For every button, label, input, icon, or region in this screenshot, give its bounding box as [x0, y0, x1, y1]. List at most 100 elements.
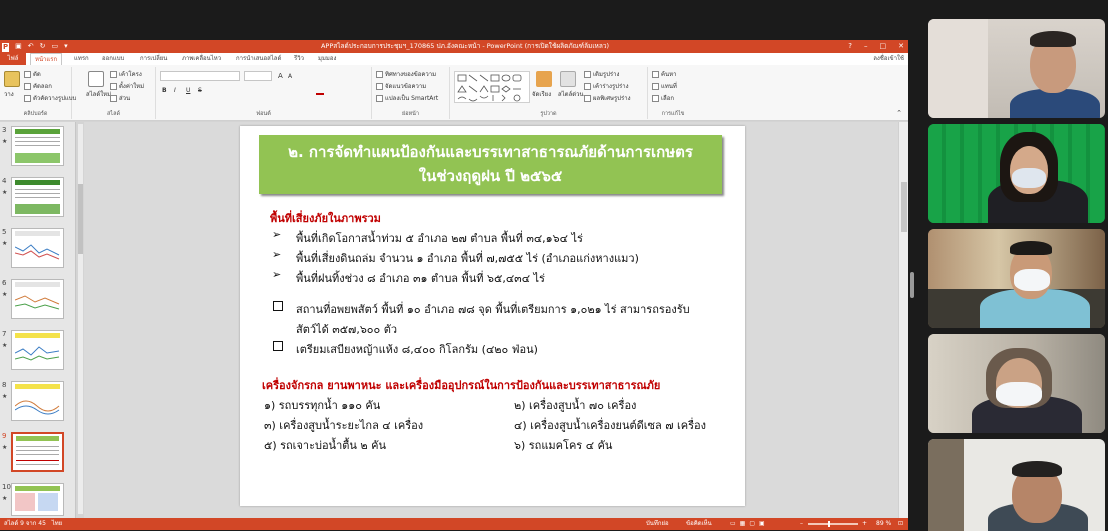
text-direction-button[interactable]: ทิศทางของข้อความ [376, 71, 436, 79]
title-bar: P ▣ ↶ ↻ ▭ ▾ APPสไลด์ประกอบการประชุมฯ_170… [0, 40, 908, 53]
thumbnails-scrollbar[interactable] [78, 124, 83, 514]
zoom-slider-thumb[interactable] [828, 521, 830, 527]
quick-styles-icon[interactable] [560, 71, 576, 87]
underline-button[interactable]: U [186, 87, 190, 95]
tab-slideshow[interactable]: การนำเสนอสไลด์ [232, 53, 285, 65]
participant-video-5[interactable] [928, 439, 1105, 531]
replace-button[interactable]: แทนที่ [652, 83, 677, 91]
redo-icon[interactable]: ↻ [40, 40, 46, 53]
copy-button[interactable]: คัดลอก [24, 83, 52, 91]
thumb-line [16, 446, 59, 447]
slide-thumbnail-5[interactable] [11, 228, 64, 268]
thumb-line [15, 141, 60, 142]
status-bar: สไลด์ 9 จาก 45 ไทย บันทึกย่อ ข้อคิดเห็น … [0, 518, 908, 530]
zoom-slider[interactable] [808, 523, 858, 525]
tab-file[interactable]: ไฟล์ [0, 53, 26, 65]
shape-outline-button[interactable]: เค้าร่างรูปร่าง [584, 83, 629, 91]
comments-button[interactable]: ข้อคิดเห็น [686, 518, 712, 530]
section-button[interactable]: ส่วน [110, 95, 130, 103]
font-name-combo[interactable] [160, 71, 240, 81]
video-panel-scroll-handle[interactable] [910, 272, 914, 298]
participant-video-2[interactable] [928, 124, 1105, 223]
undo-icon[interactable]: ↶ [28, 40, 34, 53]
new-slide-button[interactable]: สไลด์ใหม่ [86, 91, 111, 99]
find-button[interactable]: ค้นหา [652, 71, 676, 79]
thumb-star-icon: ★ [2, 138, 8, 145]
bold-button[interactable]: B [162, 87, 167, 95]
layout-icon [110, 71, 117, 78]
slide-thumbnail-4[interactable] [11, 177, 64, 217]
tab-transitions[interactable]: การเปลี่ยน [136, 53, 171, 65]
select-button[interactable]: เลือก [652, 95, 674, 103]
thumb-star-icon: ★ [2, 291, 8, 298]
canvas-scroll-thumb[interactable] [901, 182, 907, 232]
cut-button[interactable]: ตัด [24, 71, 41, 79]
zoom-in-button[interactable]: + [862, 518, 867, 530]
slide-thumbnail-6[interactable] [11, 279, 64, 319]
tab-design[interactable]: ออกแบบ [98, 53, 128, 65]
close-button[interactable]: ✕ [898, 40, 904, 53]
quick-styles-button[interactable]: สไตล์ด่วน [558, 91, 584, 99]
help-button[interactable]: ? [848, 40, 852, 53]
paste-icon[interactable] [4, 71, 20, 87]
participant-video-3[interactable] [928, 229, 1105, 328]
tab-review[interactable]: รีวิว [290, 53, 308, 65]
strikethrough-button[interactable]: S [198, 87, 202, 95]
select-icon [652, 95, 659, 102]
slide-thumbnail-10[interactable] [11, 483, 64, 516]
shape-fill-button[interactable]: เติมรูปร่าง [584, 71, 619, 79]
slide-thumbnail-7[interactable] [11, 330, 64, 370]
present-icon[interactable]: ▭ [52, 40, 59, 53]
sign-in-link[interactable]: ลงชื่อเข้าใช้ [873, 53, 904, 65]
thumbnails-scroll-thumb[interactable] [78, 184, 83, 254]
tab-animations[interactable]: ภาพเคลื่อนไหว [178, 53, 225, 65]
save-icon[interactable]: ▣ [15, 40, 22, 53]
fit-slide-icon[interactable]: ⊡ [898, 518, 903, 530]
thumb-number: 6 [2, 279, 7, 287]
maximize-button[interactable]: □ [880, 40, 887, 53]
thumb-star-icon: ★ [2, 240, 8, 247]
thumb-line [15, 145, 60, 146]
clipboard-label: คลิปบอร์ด [23, 111, 48, 117]
slide-thumbnail-9[interactable] [11, 432, 64, 472]
zoom-level[interactable]: 89 % [876, 518, 891, 530]
collapse-ribbon-icon[interactable]: ⌃ [896, 109, 902, 117]
risk-area-heading: พื้นที่เสี่ยงภัยในภาพรวม [270, 212, 381, 225]
customize-qat-icon[interactable]: ▾ [64, 40, 68, 53]
participant-video-4[interactable] [928, 334, 1105, 433]
notes-button[interactable]: บันทึกย่อ [646, 518, 669, 530]
align-text-button[interactable]: จัดแนวข้อความ [376, 83, 426, 91]
shape-effects-button[interactable]: ผลพิเศษรูปร่าง [584, 95, 631, 103]
new-slide-icon[interactable] [88, 71, 104, 87]
paste-button[interactable]: วาง [4, 91, 14, 99]
slide[interactable]: ๒. การจัดทำแผนป้องกันและบรรเทาสาธารณภัยด… [240, 126, 745, 506]
copy-icon [24, 83, 31, 90]
reset-button[interactable]: ตั้งค่าใหม่ [110, 83, 144, 91]
paragraph-label: ย่อหน้า [402, 111, 419, 117]
grow-font-button[interactable]: A [278, 72, 283, 80]
tab-insert[interactable]: แทรก [70, 53, 93, 65]
italic-button[interactable]: I [174, 87, 176, 95]
smartart-button[interactable]: แปลงเป็น SmartArt [376, 95, 438, 103]
slide-thumbnail-3[interactable] [11, 126, 64, 166]
window-title: APPสไลด์ประกอบการประชุมฯ_170865 ปภ.อังคณ… [320, 42, 610, 50]
shapes-gallery[interactable] [454, 71, 530, 103]
participant-hair [1030, 31, 1076, 47]
font-color-icon[interactable] [316, 87, 324, 95]
participant-video-1[interactable] [928, 19, 1105, 118]
font-size-combo[interactable] [244, 71, 272, 81]
arrange-button[interactable]: จัดเรียง [532, 91, 551, 99]
shrink-font-button[interactable]: A [288, 73, 292, 81]
format-painter-button[interactable]: ตัวคัดวางรูปแบบ [24, 95, 76, 103]
thumb-line [15, 197, 60, 198]
view-buttons[interactable]: ▭▦▢▣ [730, 518, 769, 530]
canvas-scrollbar[interactable] [898, 122, 908, 518]
tab-home[interactable]: หน้าแรก [30, 53, 63, 65]
slide-thumbnail-8[interactable] [11, 381, 64, 421]
arrange-icon[interactable] [536, 71, 552, 87]
minimize-button[interactable]: – [864, 40, 868, 53]
zoom-out-button[interactable]: – [800, 518, 803, 530]
thumb-header [15, 231, 60, 236]
layout-button[interactable]: เค้าโครง [110, 71, 142, 79]
tab-view[interactable]: มุมมอง [314, 53, 340, 65]
